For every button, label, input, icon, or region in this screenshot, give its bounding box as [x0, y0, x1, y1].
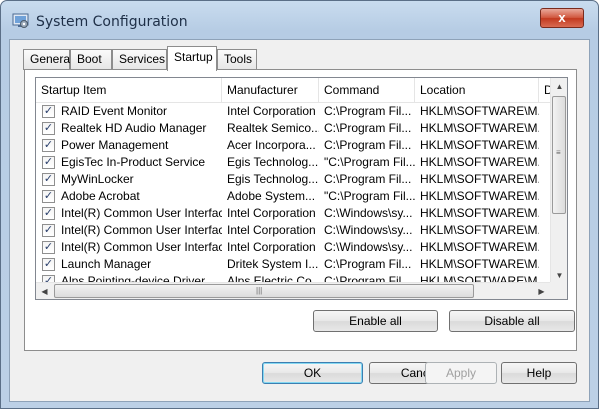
manufacturer-cell: Acer Incorpora... [227, 138, 316, 152]
system-configuration-window: System Configuration x General Boot Serv… [0, 0, 599, 409]
system-configuration-icon [12, 13, 29, 28]
startup-item-name: Launch Manager [61, 257, 152, 271]
command-cell: C:\Program Fil... [324, 138, 412, 152]
manufacturer-cell: Intel Corporation [227, 240, 316, 254]
scroll-left-icon[interactable]: ◀ [36, 283, 53, 299]
list-item[interactable]: ✓ EgisTec In-Product Service Egis Technolo… [36, 154, 550, 171]
location-cell: HKLM\SOFTWARE\M... [420, 257, 539, 271]
location-cell: HKLM\SOFTWARE\M... [420, 172, 539, 186]
enable-checkbox[interactable]: ✓ [42, 224, 55, 237]
enable-checkbox[interactable]: ✓ [42, 122, 55, 135]
column-header-date[interactable]: D [539, 78, 550, 103]
command-cell: C:\Program Fil... [324, 121, 412, 135]
enable-checkbox[interactable]: ✓ [42, 156, 55, 169]
startup-item-name: Intel(R) Common User Interface [61, 240, 222, 254]
location-cell: HKLM\SOFTWARE\M... [420, 189, 539, 203]
command-cell: C:\Windows\sy... [324, 223, 413, 237]
command-cell: C:\Program Fil... [324, 104, 412, 118]
list-item[interactable]: ✓ RAID Event Monitor Intel Corporation C:\P… [36, 103, 550, 120]
command-cell: C:\Windows\sy... [324, 240, 413, 254]
startup-items-list[interactable]: Startup Item Manufacturer Command Locati… [35, 77, 568, 300]
tab-startup[interactable]: Startup [167, 46, 217, 71]
location-cell: HKLM\SOFTWARE\M... [420, 104, 539, 118]
command-cell: C:\Program Fil... [324, 172, 412, 186]
startup-item-name: Adobe Acrobat [61, 189, 140, 203]
tab-services[interactable]: Services [112, 49, 167, 70]
startup-tab-panel: Startup Item Manufacturer Command Locati… [24, 69, 577, 351]
scroll-up-icon[interactable]: ▲ [551, 78, 567, 95]
location-cell: HKLM\SOFTWARE\M... [420, 138, 539, 152]
list-item[interactable]: ✓ Intel(R) Common User Interface Intel Cor… [36, 239, 550, 256]
command-cell: "C:\Program Fil... [324, 155, 415, 169]
close-icon: x [558, 10, 566, 25]
close-button[interactable]: x [540, 8, 584, 28]
list-item[interactable]: ✓ Intel(R) Common User Interface Intel Cor… [36, 222, 550, 239]
manufacturer-cell: Egis Technolog... [227, 155, 319, 169]
location-cell: HKLM\SOFTWARE\M... [420, 223, 539, 237]
startup-rows: ✓ RAID Event Monitor Intel Corporation C:\P… [36, 103, 550, 299]
list-item[interactable]: ✓ Adobe Acrobat Adobe System... "C:\Program… [36, 188, 550, 205]
scrollbar-corner [550, 282, 567, 299]
manufacturer-cell: Intel Corporation [227, 223, 316, 237]
column-header-location[interactable]: Location [415, 78, 539, 103]
command-cell: C:\Program Fil... [324, 257, 412, 271]
startup-item-name: Intel(R) Common User Interface [61, 206, 222, 220]
tab-general[interactable]: General [23, 49, 73, 70]
enable-checkbox[interactable]: ✓ [42, 173, 55, 186]
enable-checkbox[interactable]: ✓ [42, 241, 55, 254]
vertical-scrollbar[interactable]: ▲ ≡ ▼ [550, 78, 567, 284]
manufacturer-cell: Egis Technolog... [227, 172, 319, 186]
list-item[interactable]: ✓ Launch Manager Dritek System I... C:\Prog… [36, 256, 550, 273]
command-cell: C:\Windows\sy... [324, 206, 413, 220]
title-bar[interactable]: System Configuration x [1, 1, 598, 39]
command-cell: "C:\Program Fil... [324, 189, 415, 203]
location-cell: HKLM\SOFTWARE\M... [420, 206, 539, 220]
location-cell: HKLM\SOFTWARE\M... [420, 155, 539, 169]
column-header-manufacturer[interactable]: Manufacturer [222, 78, 319, 103]
column-header-command[interactable]: Command [319, 78, 415, 103]
location-cell: HKLM\SOFTWARE\M... [420, 240, 539, 254]
startup-item-name: Power Management [61, 138, 169, 152]
window-title: System Configuration [36, 14, 188, 30]
list-item[interactable]: ✓ MyWinLocker Egis Technolog... C:\Program … [36, 171, 550, 188]
grip-icon: ||| [256, 286, 263, 295]
list-item[interactable]: ✓ Intel(R) Common User Interface Intel Cor… [36, 205, 550, 222]
manufacturer-cell: Adobe System... [227, 189, 316, 203]
startup-item-name: MyWinLocker [61, 172, 134, 186]
startup-item-name: Intel(R) Common User Interface [61, 223, 222, 237]
client-area: General Boot Services Startup Tools Star… [9, 39, 590, 402]
vertical-scroll-thumb[interactable]: ≡ [552, 96, 566, 214]
startup-item-name: Realtek HD Audio Manager [61, 121, 207, 135]
manufacturer-cell: Intel Corporation [227, 104, 316, 118]
tab-boot[interactable]: Boot [70, 49, 112, 70]
manufacturer-cell: Intel Corporation [227, 206, 316, 220]
scroll-right-icon[interactable]: ▶ [533, 283, 550, 299]
list-item[interactable]: ✓ Power Management Acer Incorpora... C:\Pro… [36, 137, 550, 154]
apply-button: Apply [425, 362, 497, 384]
enable-all-button[interactable]: Enable all [313, 310, 438, 332]
grip-icon: ≡ [556, 148, 561, 157]
disable-all-button[interactable]: Disable all [449, 310, 575, 332]
enable-checkbox[interactable]: ✓ [42, 258, 55, 271]
ok-button[interactable]: OK [262, 362, 363, 384]
enable-checkbox[interactable]: ✓ [42, 207, 55, 220]
list-header: Startup Item Manufacturer Command Locati… [36, 78, 550, 103]
column-header-startup-item[interactable]: Startup Item [36, 78, 222, 103]
location-cell: HKLM\SOFTWARE\M... [420, 121, 539, 135]
horizontal-scroll-thumb[interactable]: ||| [54, 284, 474, 298]
startup-item-name: EgisTec In-Product Service [61, 155, 206, 169]
tab-tools[interactable]: Tools [217, 49, 257, 70]
startup-item-name: RAID Event Monitor [61, 104, 168, 118]
list-item[interactable]: ✓ Realtek HD Audio Manager Realtek Semico.… [36, 120, 550, 137]
horizontal-scrollbar[interactable]: ◀ ||| ▶ [36, 282, 550, 299]
help-button[interactable]: Help [501, 362, 577, 384]
enable-checkbox[interactable]: ✓ [42, 105, 55, 118]
enable-checkbox[interactable]: ✓ [42, 139, 55, 152]
manufacturer-cell: Dritek System I... [227, 257, 319, 271]
manufacturer-cell: Realtek Semico... [227, 121, 319, 135]
enable-checkbox[interactable]: ✓ [42, 190, 55, 203]
